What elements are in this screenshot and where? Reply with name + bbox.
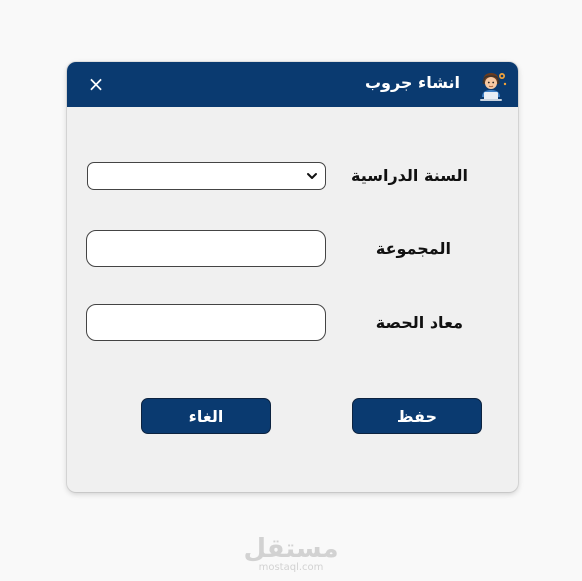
save-button[interactable]: حفظ [352, 398, 482, 434]
academic-year-label: السنة الدراسية [351, 166, 468, 185]
group-label: المجموعة [375, 239, 451, 258]
user-avatar-icon [475, 68, 509, 102]
page: × انشاء جروب السنة الدراسية المجموعة معا… [0, 0, 582, 581]
create-group-dialog: × انشاء جروب السنة الدراسية المجموعة معا… [67, 62, 518, 492]
dialog-titlebar: × انشاء جروب [67, 62, 518, 107]
watermark-domain: mostaql.com [258, 562, 324, 573]
session-time-label: معاد الحصة [375, 313, 463, 332]
close-icon: × [87, 72, 105, 96]
cancel-button[interactable]: الغاء [141, 398, 271, 434]
session-time-input[interactable] [86, 304, 326, 341]
dialog-title: انشاء جروب [364, 73, 460, 92]
watermark-logo: مستقل [243, 534, 339, 564]
group-input[interactable] [86, 230, 326, 267]
chevron-down-icon [307, 173, 317, 179]
watermark: مستقل mostaql.com [0, 536, 582, 574]
close-button[interactable]: × [84, 72, 108, 96]
academic-year-select[interactable] [87, 162, 326, 190]
